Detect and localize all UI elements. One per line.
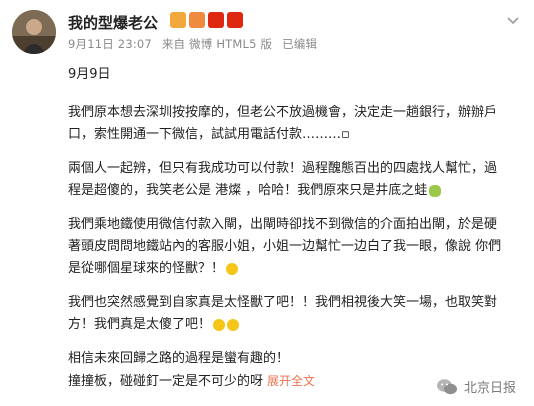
author-name[interactable]: 我的型爆老公 [68,12,158,33]
post-paragraph: 我們也突然感覺到自家真是太怪獸了吧！！我們相視後大笑一場，也取笑對方！我們真是太… [68,292,508,336]
post-meta: 9月11日 23:07 来自 微博 HTML5 版 已编辑 [68,36,323,52]
smile-emoji-icon [226,262,239,275]
watermark-label: 北京日报 [463,381,516,396]
post-paragraph: 我們原本想去深圳按按摩的，但老公不放過機會，決定走一趟銀行，辦辦戶口，索性開通一… [68,105,498,142]
laugh-emoji-icon [227,318,240,331]
post-paragraph: 相信未來回歸之路的過程是蠻有趣的！ [68,351,290,366]
crown-badge-icon [170,12,186,28]
post-paragraph: 9月9日 [68,67,111,82]
post-paragraph: 兩個人一起辨，但只有我成功可以付款！過程醜態百出的四處找人幫忙，過程是超傻的，我… [68,158,508,202]
post-paragraph-text: 我們也突然感覺到自家真是太怪獸了吧！！我們相視後大笑一場，也取笑對方！我們真是太… [68,295,498,332]
post-source: 来自 微博 HTML5 版 [161,37,273,51]
laugh-emoji-icon [213,318,226,331]
post-content: 9月9日 我們原本想去深圳按按摩的，但老公不放過機會，決定走一趟銀行，辦辦戶口，… [68,64,508,393]
user-badges [170,12,243,28]
edited-label[interactable]: 已编辑 [282,37,317,51]
post-date[interactable]: 9月11日 23:07 [68,37,152,51]
frog-emoji-icon [429,184,442,197]
watermark: 北京日报 [436,377,516,396]
chevron-down-icon[interactable] [506,14,520,28]
post-paragraph-text: 撞撞板，碰碰釘一定是不可少的呀 [68,374,264,389]
avatar[interactable] [12,10,56,54]
china-flag-icon [208,12,224,28]
hk-flag-icon [227,12,243,28]
expand-full-text-link[interactable]: 展开全文 [267,374,315,388]
wechat-icon [436,378,457,394]
post-paragraph: 我們乘地鐵使用微信付款入閘，出閘時卻找不到微信的介面拍出閘，於是硬著頭皮問問地鐵… [68,214,508,280]
post-paragraph-text: 我們乘地鐵使用微信付款入閘，出閘時卻找不到微信的介面拍出閘，於是硬著頭皮問問地鐵… [68,217,502,276]
vip-badge-icon [189,12,205,28]
